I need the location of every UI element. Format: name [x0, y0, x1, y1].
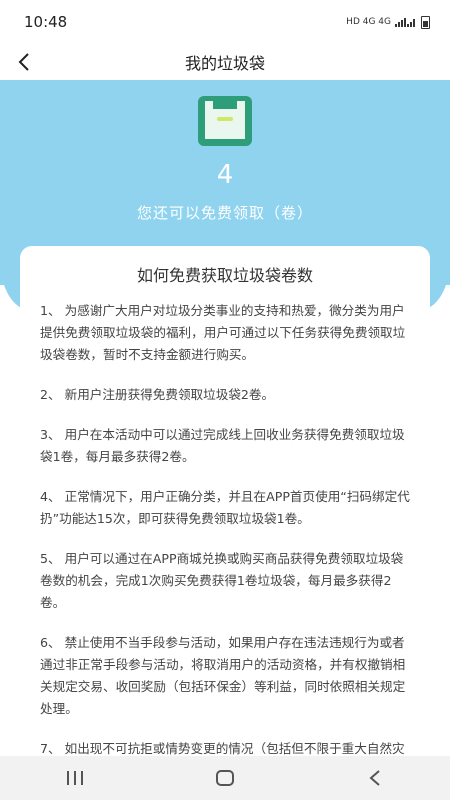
battery-icon — [421, 15, 430, 29]
free-roll-count: 4 — [216, 160, 234, 190]
rules-card: 如何免费获取垃圾袋卷数 1、 为感谢广大用户对垃圾分类事业的支持和热爱，微分类为… — [20, 246, 430, 766]
rule-item: 1、 为感谢广大用户对垃圾分类事业的支持和热爱，微分类为用户提供免费领取垃圾袋的… — [40, 303, 406, 362]
rule-item: 2、 新用户注册获得免费领取垃圾袋2卷。 — [40, 387, 275, 402]
back-icon — [369, 770, 380, 786]
rule-item: 6、 禁止使用不当手段参与活动，如果用户存在违法违规行为或者通过非正常手段参与活… — [40, 635, 406, 716]
recent-apps-button[interactable] — [55, 763, 95, 793]
rule-item: 4、 正常情况下，用户正确分类，并且在APP首页使用“扫码绑定代扔”功能达15次… — [40, 489, 410, 526]
rule-item: 5、 用户可以通过在APP商城兑换或购买商品获得免费领取垃圾袋卷数的机会，完成1… — [40, 551, 404, 610]
status-bar: 10:48 HD 4G 4G — [0, 0, 450, 44]
back-button[interactable] — [10, 48, 38, 76]
network-label: HD 4G 4G — [346, 17, 391, 27]
rules-title: 如何免费获取垃圾袋卷数 — [136, 266, 313, 285]
status-icons: HD 4G 4G — [346, 15, 430, 29]
rule-item: 3、 用户在本活动中可以通过完成线上回收业务获得免费领取垃圾袋1卷，每月最多获得… — [40, 427, 405, 464]
trash-bag-icon — [198, 96, 252, 146]
free-roll-label: 您还可以免费领取（卷） — [136, 204, 313, 222]
home-button[interactable] — [205, 763, 245, 793]
system-back-button[interactable] — [355, 763, 395, 793]
page-title: 我的垃圾袋 — [184, 54, 265, 73]
chevron-left-icon — [18, 53, 29, 71]
signal-icon — [395, 18, 415, 27]
recent-apps-icon — [67, 771, 83, 785]
home-icon — [216, 770, 234, 786]
nav-bar: 我的垃圾袋 — [0, 44, 450, 80]
system-nav-bar — [0, 756, 450, 800]
status-time: 10:48 — [24, 13, 68, 31]
